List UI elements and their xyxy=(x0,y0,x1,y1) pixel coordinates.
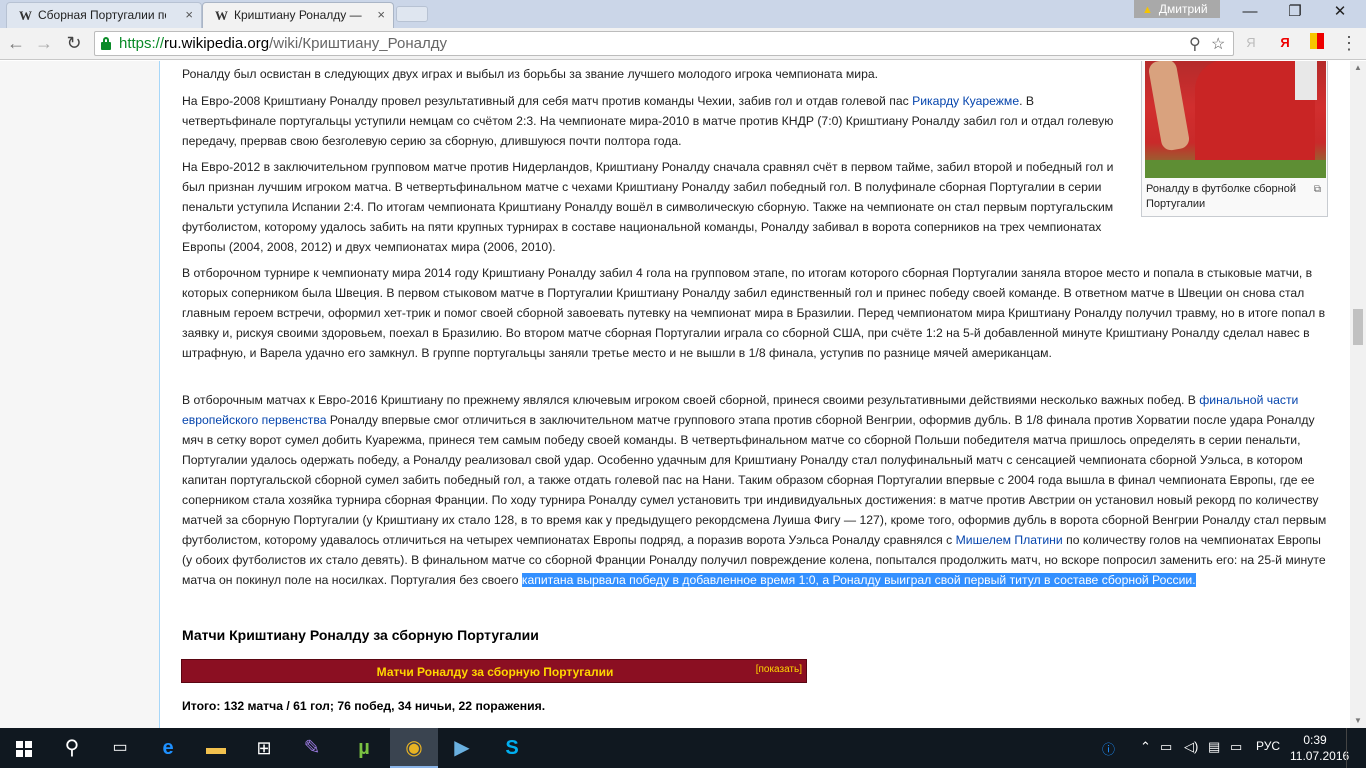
paragraph: Роналду был освистан в следующих двух иг… xyxy=(182,67,879,81)
tab-title: Сборная Португалии по xyxy=(38,8,166,22)
profile-button[interactable]: ▲ Дмитрий xyxy=(1134,0,1220,18)
restore-button[interactable]: ❐ xyxy=(1273,2,1317,24)
wikipedia-favicon-icon: W xyxy=(215,8,228,23)
address-bar[interactable]: https://ru.wikipedia.org/wiki/Криштиану_… xyxy=(94,31,1234,56)
windows-taskbar: ⚲ ▭ e ▬ ⊞ ✎ µ ◉ ▶ S ⓘ ⌃ ▭ ◁) ▤ ▭ РУС 0:3… xyxy=(0,728,1366,768)
power-icon[interactable]: ▭ xyxy=(1160,739,1172,755)
paragraph: На Евро-2008 Криштиану Роналду провел ре… xyxy=(182,94,1114,148)
windows-start-icon[interactable] xyxy=(0,728,48,768)
browser-titlebar: W Сборная Португалии по × W Криштиану Рона… xyxy=(0,0,1366,28)
scroll-down-arrow-icon[interactable]: ▼ xyxy=(1350,714,1366,728)
paragraph: На Евро-2012 в заключительном групповом … xyxy=(182,160,1114,254)
show-hidden-icons-icon[interactable]: ⌃ xyxy=(1140,739,1151,755)
infobox-image: Роналду в футболке сборной Португалии ⧉ xyxy=(1141,61,1328,217)
tab-ronaldo[interactable]: W Криштиану Роналду — В × xyxy=(202,2,394,28)
url-text[interactable]: https://ru.wikipedia.org/wiki/Криштиану_… xyxy=(119,35,447,52)
yandex-extension-icon[interactable]: Я xyxy=(1242,33,1260,53)
section-heading: Матчи Криштиану Роналду за сборную Порту… xyxy=(182,627,539,643)
edge-browser-icon[interactable]: e xyxy=(144,728,192,768)
reload-button[interactable]: ↻ xyxy=(62,32,86,54)
vertical-scrollbar[interactable]: ▲ ▼ xyxy=(1350,61,1366,728)
warning-icon: ▲ xyxy=(1142,4,1153,16)
file-explorer-icon[interactable]: ▬ xyxy=(192,728,240,768)
back-button[interactable]: ← xyxy=(4,32,28,54)
media-player-icon[interactable]: ▶ xyxy=(438,728,486,768)
lock-icon xyxy=(101,37,111,50)
clock[interactable]: 0:39 11.07.2016 xyxy=(1290,732,1350,764)
minimize-button[interactable]: — xyxy=(1228,2,1272,24)
profile-name: Дмитрий xyxy=(1158,2,1208,16)
window-close-button[interactable]: ✕ xyxy=(1318,2,1362,24)
new-tab-button[interactable] xyxy=(396,6,428,22)
bookmark-flag-icon[interactable] xyxy=(1308,33,1326,53)
enlarge-icon[interactable]: ⧉ xyxy=(1314,184,1321,195)
paragraph: В отборочным матчах к Евро-2016 Криштиан… xyxy=(182,393,1327,587)
store-icon[interactable]: ⊞ xyxy=(240,728,288,768)
language-indicator[interactable]: РУС xyxy=(1256,739,1280,753)
selected-text[interactable]: капитана вырвала победу в добавленное вр… xyxy=(521,573,1196,587)
menu-icon[interactable]: ⋮ xyxy=(1340,33,1358,53)
volume-icon[interactable]: ◁) xyxy=(1184,739,1198,755)
tab-close-icon[interactable]: × xyxy=(185,7,193,22)
navbox: Матчи Роналду за сборную Португалии [пок… xyxy=(181,659,807,683)
search-icon[interactable]: ⚲ xyxy=(48,728,96,768)
page-viewport: Роналду был освистан в следующих двух иг… xyxy=(0,61,1350,728)
totals-summary: Итого: 132 матча / 61 гол; 76 побед, 34 … xyxy=(182,699,546,713)
editor-app-icon[interactable]: ✎ xyxy=(288,728,336,768)
skype-icon[interactable]: S xyxy=(488,728,536,768)
navbox-title: Матчи Роналду за сборную Португалии xyxy=(376,665,614,679)
chrome-icon[interactable]: ◉ xyxy=(390,728,438,768)
forward-button[interactable]: → xyxy=(32,32,56,54)
message-icon[interactable]: ▭ xyxy=(1230,739,1242,755)
utorrent-icon[interactable]: µ xyxy=(340,728,388,768)
star-icon[interactable]: ☆ xyxy=(1211,34,1225,54)
browser-toolbar: ← → ↻ https://ru.wikipedia.org/wiki/Криш… xyxy=(0,28,1366,60)
link-michel-platini[interactable]: Мишелем Платини xyxy=(956,533,1063,547)
yandex-search-icon[interactable]: Я xyxy=(1276,33,1294,53)
tab-portugal-team[interactable]: W Сборная Португалии по × xyxy=(6,2,202,28)
tab-title: Криштиану Роналду — В xyxy=(234,8,362,22)
info-notification-icon[interactable]: ⓘ xyxy=(1102,739,1115,758)
scroll-up-arrow-icon[interactable]: ▲ xyxy=(1350,61,1366,75)
network-icon[interactable]: ▤ xyxy=(1208,739,1220,755)
clock-date: 11.07.2016 xyxy=(1290,749,1350,763)
paragraph: В отборочном турнире к чемпионату мира 2… xyxy=(182,266,1326,360)
wikipedia-favicon-icon: W xyxy=(19,8,32,23)
search-icon[interactable]: ⚲ xyxy=(1189,34,1201,54)
link-ricardo-quaresma[interactable]: Рикарду Куарежме xyxy=(912,94,1019,108)
task-view-icon[interactable]: ▭ xyxy=(96,728,144,768)
clock-time: 0:39 xyxy=(1303,733,1327,747)
scroll-thumb[interactable] xyxy=(1353,309,1363,345)
ronaldo-photo[interactable] xyxy=(1145,61,1326,178)
tab-close-icon[interactable]: × xyxy=(377,7,385,22)
navbox-show-toggle[interactable]: [показать] xyxy=(756,664,802,675)
image-caption: Роналду в футболке сборной Португалии xyxy=(1146,183,1296,210)
article-content: Роналду был освистан в следующих двух иг… xyxy=(159,61,1350,728)
show-desktop-button[interactable] xyxy=(1346,728,1366,768)
